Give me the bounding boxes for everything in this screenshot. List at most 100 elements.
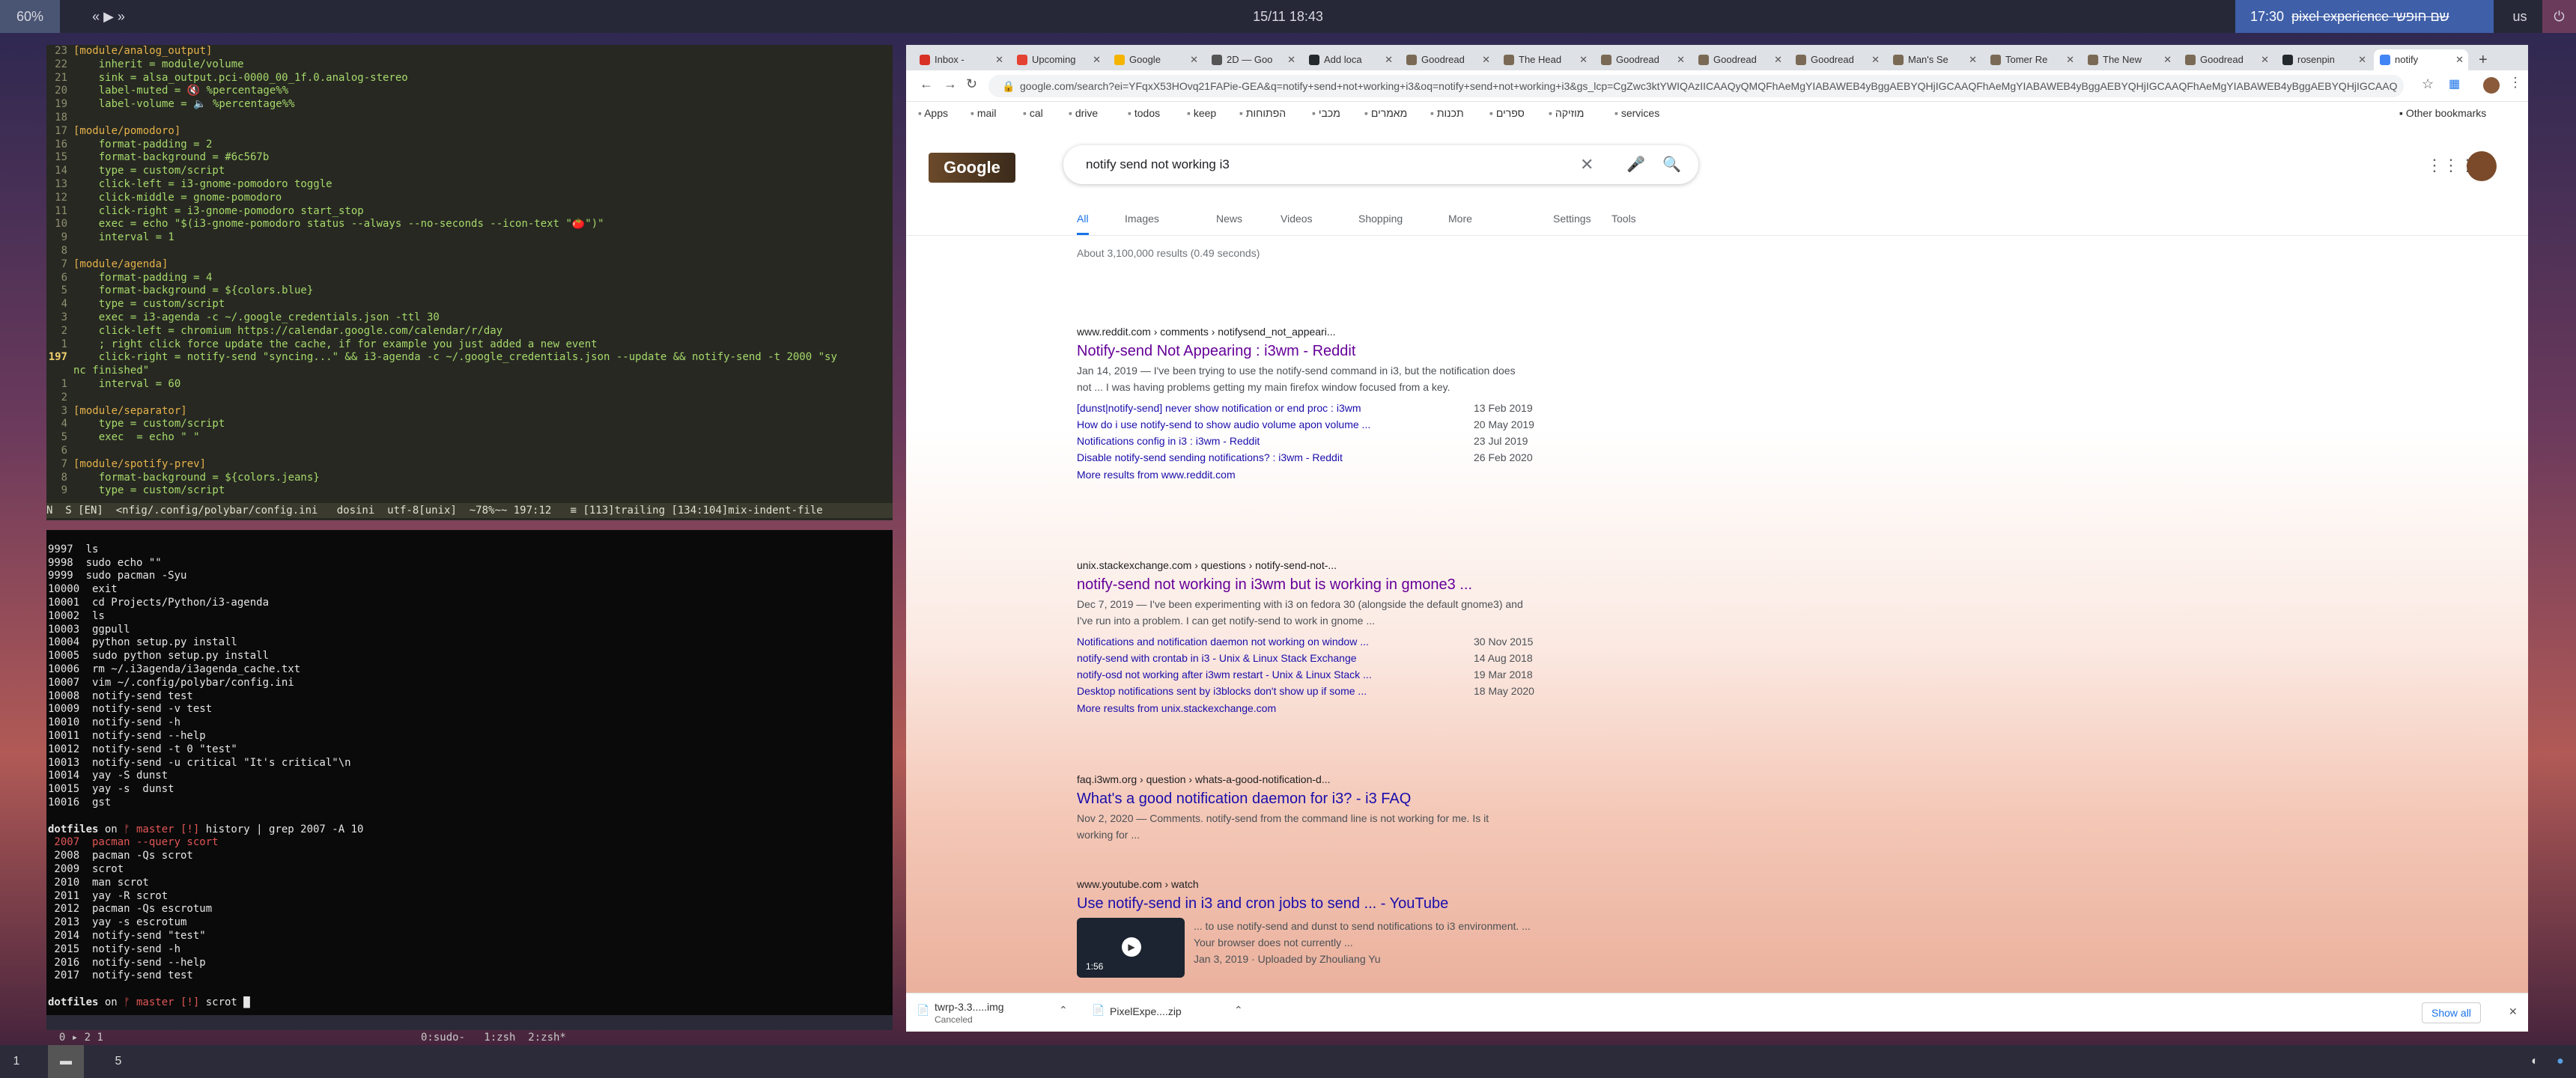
profile-avatar[interactable]: [2483, 77, 2500, 94]
search-tab-news[interactable]: News: [1216, 202, 1242, 235]
terminal[interactable]: 9997 ls 9998 sudo echo "" 9999 sudo pacman…: [46, 530, 893, 1030]
sitelink[interactable]: How do i use notify-send to show audio v…: [1077, 416, 1751, 433]
bookmark-item[interactable]: ▪ מכבי: [1312, 102, 1340, 124]
tab-close-icon[interactable]: ✕: [1093, 49, 1101, 70]
tab-close-icon[interactable]: ✕: [1677, 49, 1685, 70]
browser-tab[interactable]: Man's Se ✕: [1887, 49, 1981, 70]
workspace-active[interactable]: ▬: [48, 1045, 84, 1078]
bookmark-item[interactable]: ▪ drive: [1069, 102, 1098, 124]
sitelink[interactable]: Notifications config in i3 : i3wm - Redd…: [1077, 433, 1751, 449]
star-icon[interactable]: ☆: [2422, 76, 2434, 92]
bookmark-item[interactable]: ▪ ספרים: [1489, 102, 1525, 124]
browser-tab[interactable]: rosenpin ✕: [2276, 49, 2371, 70]
search-tab-settings[interactable]: Settings: [1553, 202, 1591, 235]
close-downloads-icon[interactable]: ✕: [2509, 1005, 2518, 1018]
bookmark-item[interactable]: ▪ cal: [1023, 102, 1043, 124]
search-tab-tools[interactable]: Tools: [1611, 202, 1636, 235]
keyboard-layout[interactable]: us: [2501, 0, 2539, 33]
result-title[interactable]: Use notify-send in i3 and cron jobs to s…: [1077, 892, 1751, 915]
google-logo[interactable]: Google: [929, 153, 1015, 183]
workspace-5[interactable]: 5: [102, 1045, 135, 1078]
network-icon[interactable]: ●: [2549, 1045, 2572, 1078]
account-avatar[interactable]: [2467, 151, 2497, 181]
bookmark-item[interactable]: ▪ הפתוחות: [1239, 102, 1286, 124]
download-item[interactable]: 📄 PixelExpe....zip ⌃: [1092, 1001, 1257, 1026]
browser-tab[interactable]: The Head ✕: [1498, 49, 1592, 70]
tab-close-icon[interactable]: ✕: [2066, 49, 2074, 70]
browser-tab[interactable]: Goodread ✕: [1692, 49, 1787, 70]
more-results-link[interactable]: More results from www.reddit.com: [1077, 466, 1751, 484]
browser-tab[interactable]: Goodread ✕: [1400, 49, 1495, 70]
workspace-1[interactable]: 1: [0, 1045, 33, 1078]
tab-close-icon[interactable]: ✕: [1287, 49, 1295, 70]
tab-close-icon[interactable]: ✕: [2455, 49, 2464, 70]
power-icon[interactable]: ⏻: [2542, 0, 2576, 33]
chevron-up-icon[interactable]: ⌃: [1234, 1004, 1243, 1017]
tab-close-icon[interactable]: ✕: [1482, 49, 1490, 70]
browser-tab[interactable]: Upcoming ✕: [1011, 49, 1105, 70]
browser-tab[interactable]: Inbox - ✕: [914, 49, 1008, 70]
tab-close-icon[interactable]: ✕: [1190, 49, 1198, 70]
sitelink[interactable]: Notifications and notification daemon no…: [1077, 633, 1751, 650]
search-tab-shopping[interactable]: Shopping: [1358, 202, 1403, 235]
more-results-link[interactable]: More results from unix.stackexchange.com: [1077, 699, 1751, 717]
tab-close-icon[interactable]: ✕: [1871, 49, 1880, 70]
result-title[interactable]: Notify-send Not Appearing : i3wm - Reddi…: [1077, 340, 1751, 362]
sitelink[interactable]: notify-send with crontab in i3 - Unix & …: [1077, 650, 1751, 666]
search-tab-images[interactable]: Images: [1125, 202, 1159, 235]
bookmark-item[interactable]: ▪ services: [1614, 102, 1659, 124]
menu-icon[interactable]: ⋮: [2509, 75, 2522, 91]
bookmark-item[interactable]: ▪ mail: [970, 102, 997, 124]
tray-icon[interactable]: ◐: [2524, 1045, 2546, 1078]
show-all-button[interactable]: Show all: [2422, 1002, 2481, 1023]
bookmark-item[interactable]: ▪ תכנות: [1430, 102, 1464, 124]
bookmark-item[interactable]: ▪ todos: [1128, 102, 1160, 124]
tab-close-icon[interactable]: ✕: [2261, 49, 2269, 70]
chevron-up-icon[interactable]: ⌃: [1059, 1004, 1068, 1017]
browser-tab[interactable]: Goodread ✕: [1595, 49, 1689, 70]
browser-tab[interactable]: Add loca ✕: [1303, 49, 1397, 70]
tab-close-icon[interactable]: ✕: [1774, 49, 1782, 70]
clear-search-icon[interactable]: ✕: [1580, 145, 1594, 184]
reload-icon[interactable]: ↻: [966, 76, 977, 92]
browser-tab[interactable]: notify ✕: [2374, 49, 2468, 70]
result-title[interactable]: What's a good notification daemon for i3…: [1077, 788, 1751, 810]
search-tab-more[interactable]: More: [1448, 202, 1472, 235]
other-bookmarks[interactable]: ▪ Other bookmarks: [2399, 102, 2486, 124]
tmux-windows[interactable]: 0:sudo- 1:zsh 2:zsh*: [421, 1030, 566, 1045]
new-tab-button[interactable]: +: [2479, 49, 2488, 70]
search-box[interactable]: notify send not working i3 ✕ 🎤 🔍: [1063, 145, 1698, 184]
search-tab-videos[interactable]: Videos: [1281, 202, 1313, 235]
sitelink[interactable]: notify-osd not working after i3wm restar…: [1077, 666, 1751, 683]
bookmark-item[interactable]: ▪ Apps: [918, 102, 948, 124]
video-thumbnail[interactable]: ▶ 1:56: [1077, 918, 1185, 978]
media-controls[interactable]: « ▶ »: [75, 0, 142, 33]
browser-tab[interactable]: Goodread ✕: [2179, 49, 2273, 70]
tab-close-icon[interactable]: ✕: [2358, 49, 2366, 70]
forward-icon[interactable]: →: [944, 76, 957, 92]
back-icon[interactable]: ←: [920, 76, 933, 92]
browser-tab[interactable]: The New ✕: [2082, 49, 2176, 70]
browser-tab[interactable]: Google ✕: [1108, 49, 1203, 70]
result-title[interactable]: notify-send not working in i3wm but is w…: [1077, 573, 1751, 596]
address-bar[interactable]: 🔒 google.com/search?ei=YFqxX53HOvq21FAPi…: [988, 75, 2404, 97]
extensions-icon[interactable]: ▦: [2449, 76, 2460, 91]
browser-tab[interactable]: Tomer Re ✕: [1984, 49, 2079, 70]
search-icon[interactable]: 🔍: [1662, 145, 1681, 184]
bookmark-item[interactable]: ▪ מוזיקה: [1549, 102, 1584, 124]
bookmark-item[interactable]: ▪ מאמרים: [1364, 102, 1407, 124]
search-tab-all[interactable]: All: [1077, 202, 1089, 235]
sitelink[interactable]: [dunst|notify-send] never show notificat…: [1077, 400, 1751, 416]
vim-editor[interactable]: 23 [module/analog_output] 22 inherit = mod…: [46, 45, 893, 520]
bookmark-item[interactable]: ▪ keep: [1187, 102, 1216, 124]
sitelink[interactable]: Desktop notifications sent by i3blocks d…: [1077, 683, 1751, 699]
tab-close-icon[interactable]: ✕: [995, 49, 1003, 70]
voice-search-icon[interactable]: 🎤: [1626, 145, 1645, 184]
pomodoro-module[interactable]: 17:30 pixel experience שם חופשי: [2235, 0, 2494, 33]
download-item[interactable]: 📄 twrp-3.3.....img Canceled ⌃: [917, 1001, 1081, 1026]
sitelink[interactable]: Disable notify-send sending notification…: [1077, 449, 1751, 466]
browser-tab[interactable]: 2D — Goo ✕: [1206, 49, 1300, 70]
tab-close-icon[interactable]: ✕: [1579, 49, 1588, 70]
browser-tab[interactable]: Goodread ✕: [1790, 49, 1884, 70]
tab-close-icon[interactable]: ✕: [2163, 49, 2172, 70]
